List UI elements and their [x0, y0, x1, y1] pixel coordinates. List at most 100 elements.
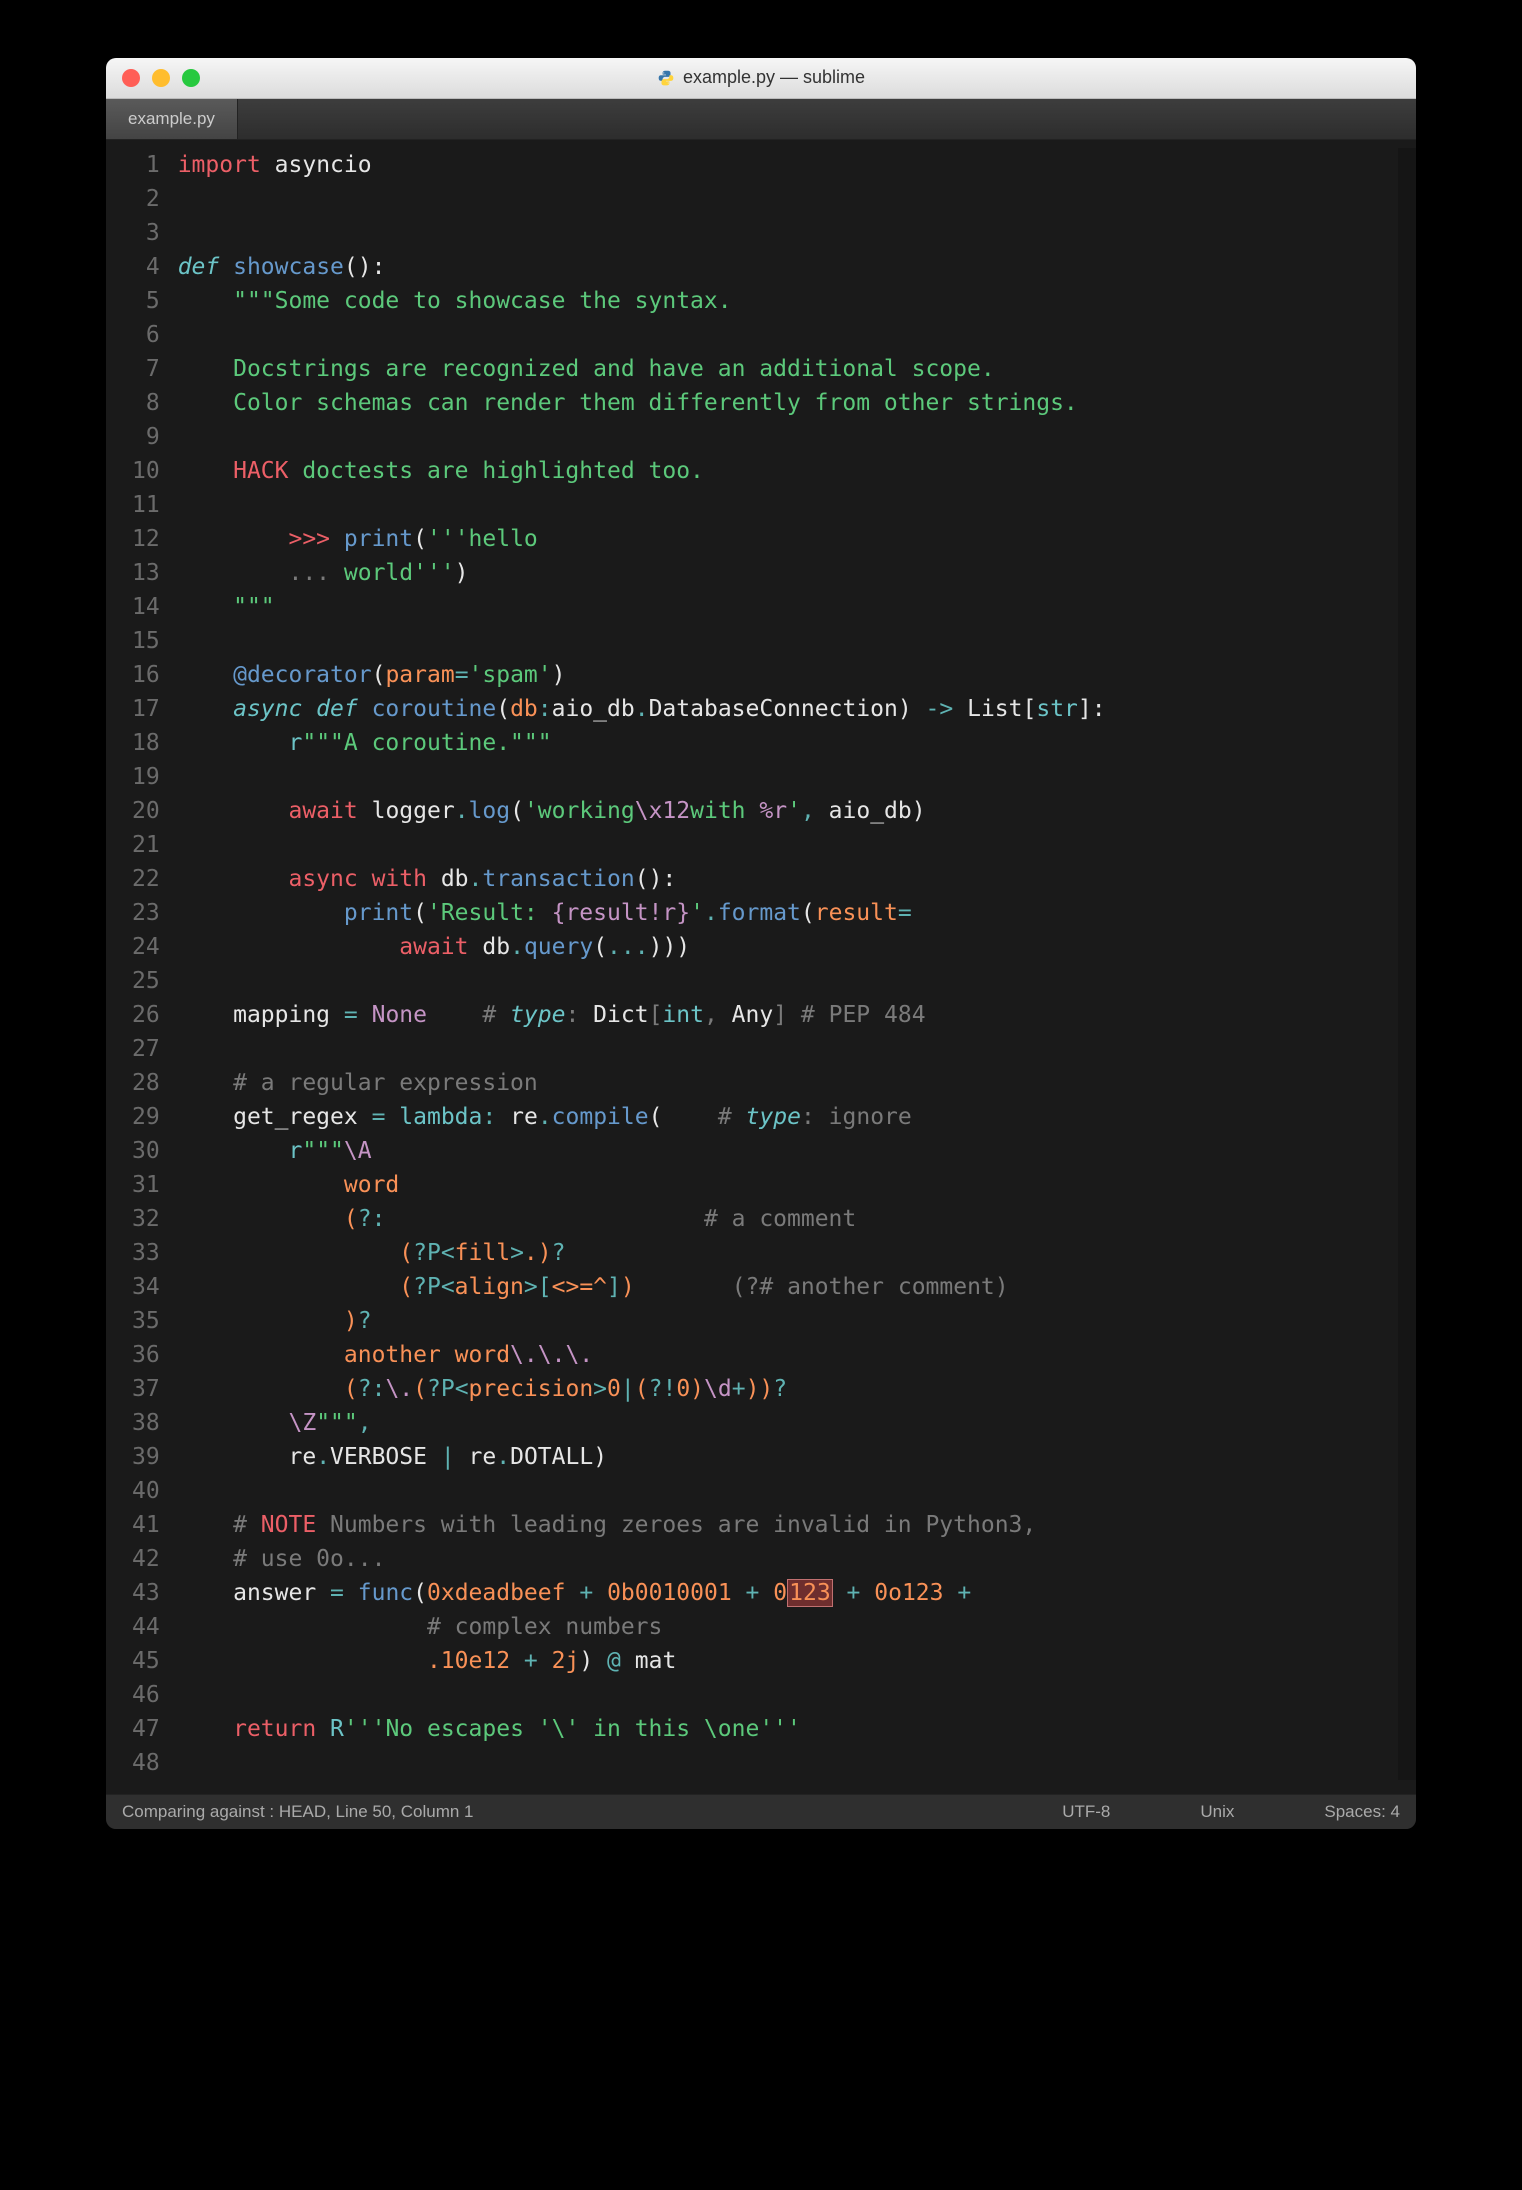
- code-line[interactable]: # complex numbers: [178, 1610, 1378, 1644]
- code-line[interactable]: another word\.\.\.: [178, 1338, 1378, 1372]
- code-line[interactable]: re.VERBOSE | re.DOTALL): [178, 1440, 1378, 1474]
- code-line[interactable]: (?: # a comment: [178, 1202, 1378, 1236]
- code-line[interactable]: [178, 828, 1378, 862]
- status-line-endings[interactable]: Unix: [1200, 1800, 1234, 1824]
- code-line[interactable]: await db.query(...))): [178, 930, 1378, 964]
- code-area[interactable]: import asyncio def showcase(): """Some c…: [178, 148, 1398, 1780]
- status-left[interactable]: Comparing against : HEAD, Line 50, Colum…: [122, 1800, 474, 1824]
- status-bar: Comparing against : HEAD, Line 50, Colum…: [106, 1794, 1416, 1829]
- line-number: 43: [132, 1576, 160, 1610]
- line-number: 13: [132, 556, 160, 590]
- code-line[interactable]: [178, 1746, 1378, 1780]
- line-number: 36: [132, 1338, 160, 1372]
- code-line[interactable]: [178, 760, 1378, 794]
- line-number: 40: [132, 1474, 160, 1508]
- tab-label: example.py: [128, 107, 215, 131]
- code-line[interactable]: [178, 1474, 1378, 1508]
- line-number: 23: [132, 896, 160, 930]
- minimize-icon[interactable]: [152, 69, 170, 87]
- code-line[interactable]: [178, 318, 1378, 352]
- code-line[interactable]: async def coroutine(db:aio_db.DatabaseCo…: [178, 692, 1378, 726]
- line-number: 9: [132, 420, 160, 454]
- code-line[interactable]: """Some code to showcase the syntax.: [178, 284, 1378, 318]
- line-number: 8: [132, 386, 160, 420]
- code-line[interactable]: \Z""",: [178, 1406, 1378, 1440]
- line-number: 25: [132, 964, 160, 998]
- line-number: 14: [132, 590, 160, 624]
- code-line[interactable]: @decorator(param='spam'): [178, 658, 1378, 692]
- window-title: example.py — sublime: [106, 65, 1416, 90]
- code-line[interactable]: >>> print('''hello: [178, 522, 1378, 556]
- code-line[interactable]: [178, 964, 1378, 998]
- code-line[interactable]: [178, 1032, 1378, 1066]
- line-number: 32: [132, 1202, 160, 1236]
- line-number: 24: [132, 930, 160, 964]
- code-line[interactable]: (?P<align>[<>=^]) (?# another comment): [178, 1270, 1378, 1304]
- close-icon[interactable]: [122, 69, 140, 87]
- code-line[interactable]: answer = func(0xdeadbeef + 0b0010001 + 0…: [178, 1576, 1378, 1610]
- code-line[interactable]: (?P<fill>.)?: [178, 1236, 1378, 1270]
- line-number: 18: [132, 726, 160, 760]
- code-line[interactable]: mapping = None # type: Dict[int, Any] # …: [178, 998, 1378, 1032]
- code-line[interactable]: )?: [178, 1304, 1378, 1338]
- code-line[interactable]: Color schemas can render them differentl…: [178, 386, 1378, 420]
- code-line[interactable]: async with db.transaction():: [178, 862, 1378, 896]
- line-number: 5: [132, 284, 160, 318]
- code-line[interactable]: [178, 488, 1378, 522]
- minimap[interactable]: [1398, 148, 1416, 1780]
- zoom-icon[interactable]: [182, 69, 200, 87]
- code-line[interactable]: [178, 1678, 1378, 1712]
- code-line[interactable]: [178, 624, 1378, 658]
- line-number: 41: [132, 1508, 160, 1542]
- line-number: 33: [132, 1236, 160, 1270]
- line-number: 22: [132, 862, 160, 896]
- status-encoding[interactable]: UTF-8: [1062, 1800, 1110, 1824]
- window-controls: [106, 69, 200, 87]
- editor-area[interactable]: 1234567891011121314151617181920212223242…: [106, 140, 1416, 1794]
- code-line[interactable]: .10e12 + 2j) @ mat: [178, 1644, 1378, 1678]
- code-line[interactable]: print('Result: {result!r}'.format(result…: [178, 896, 1378, 930]
- line-number: 37: [132, 1372, 160, 1406]
- line-number: 27: [132, 1032, 160, 1066]
- line-number: 7: [132, 352, 160, 386]
- code-line[interactable]: def showcase():: [178, 250, 1378, 284]
- code-line[interactable]: await logger.log('working\x12with %r', a…: [178, 794, 1378, 828]
- line-number-gutter: 1234567891011121314151617181920212223242…: [106, 148, 178, 1780]
- code-line[interactable]: # use 0o...: [178, 1542, 1378, 1576]
- stage: example.py — sublime example.py 12345678…: [0, 0, 1522, 2190]
- code-line[interactable]: Docstrings are recognized and have an ad…: [178, 352, 1378, 386]
- tab-example-py[interactable]: example.py: [106, 99, 238, 139]
- titlebar[interactable]: example.py — sublime: [106, 58, 1416, 99]
- line-number: 12: [132, 522, 160, 556]
- line-number: 48: [132, 1746, 160, 1780]
- code-line[interactable]: # a regular expression: [178, 1066, 1378, 1100]
- code-line[interactable]: r"""A coroutine.""": [178, 726, 1378, 760]
- code-line[interactable]: HACK doctests are highlighted too.: [178, 454, 1378, 488]
- code-line[interactable]: import asyncio: [178, 148, 1378, 182]
- line-number: 6: [132, 318, 160, 352]
- code-line[interactable]: """: [178, 590, 1378, 624]
- code-line[interactable]: ... world'''): [178, 556, 1378, 590]
- code-line[interactable]: [178, 420, 1378, 454]
- code-line[interactable]: [178, 216, 1378, 250]
- line-number: 21: [132, 828, 160, 862]
- code-line[interactable]: get_regex = lambda: re.compile( # type: …: [178, 1100, 1378, 1134]
- code-line[interactable]: (?:\.(?P<precision>0|(?!0)\d+))?: [178, 1372, 1378, 1406]
- line-number: 47: [132, 1712, 160, 1746]
- code-line[interactable]: return R'''No escapes '\' in this \one''…: [178, 1712, 1378, 1746]
- code-line[interactable]: [178, 182, 1378, 216]
- code-line[interactable]: word: [178, 1168, 1378, 1202]
- line-number: 11: [132, 488, 160, 522]
- status-indent[interactable]: Spaces: 4: [1324, 1800, 1400, 1824]
- line-number: 4: [132, 250, 160, 284]
- line-number: 15: [132, 624, 160, 658]
- line-number: 16: [132, 658, 160, 692]
- line-number: 34: [132, 1270, 160, 1304]
- line-number: 45: [132, 1644, 160, 1678]
- tab-bar: example.py: [106, 99, 1416, 140]
- code-line[interactable]: # NOTE Numbers with leading zeroes are i…: [178, 1508, 1378, 1542]
- line-number: 1: [132, 148, 160, 182]
- line-number: 17: [132, 692, 160, 726]
- code-line[interactable]: r"""\A: [178, 1134, 1378, 1168]
- line-number: 28: [132, 1066, 160, 1100]
